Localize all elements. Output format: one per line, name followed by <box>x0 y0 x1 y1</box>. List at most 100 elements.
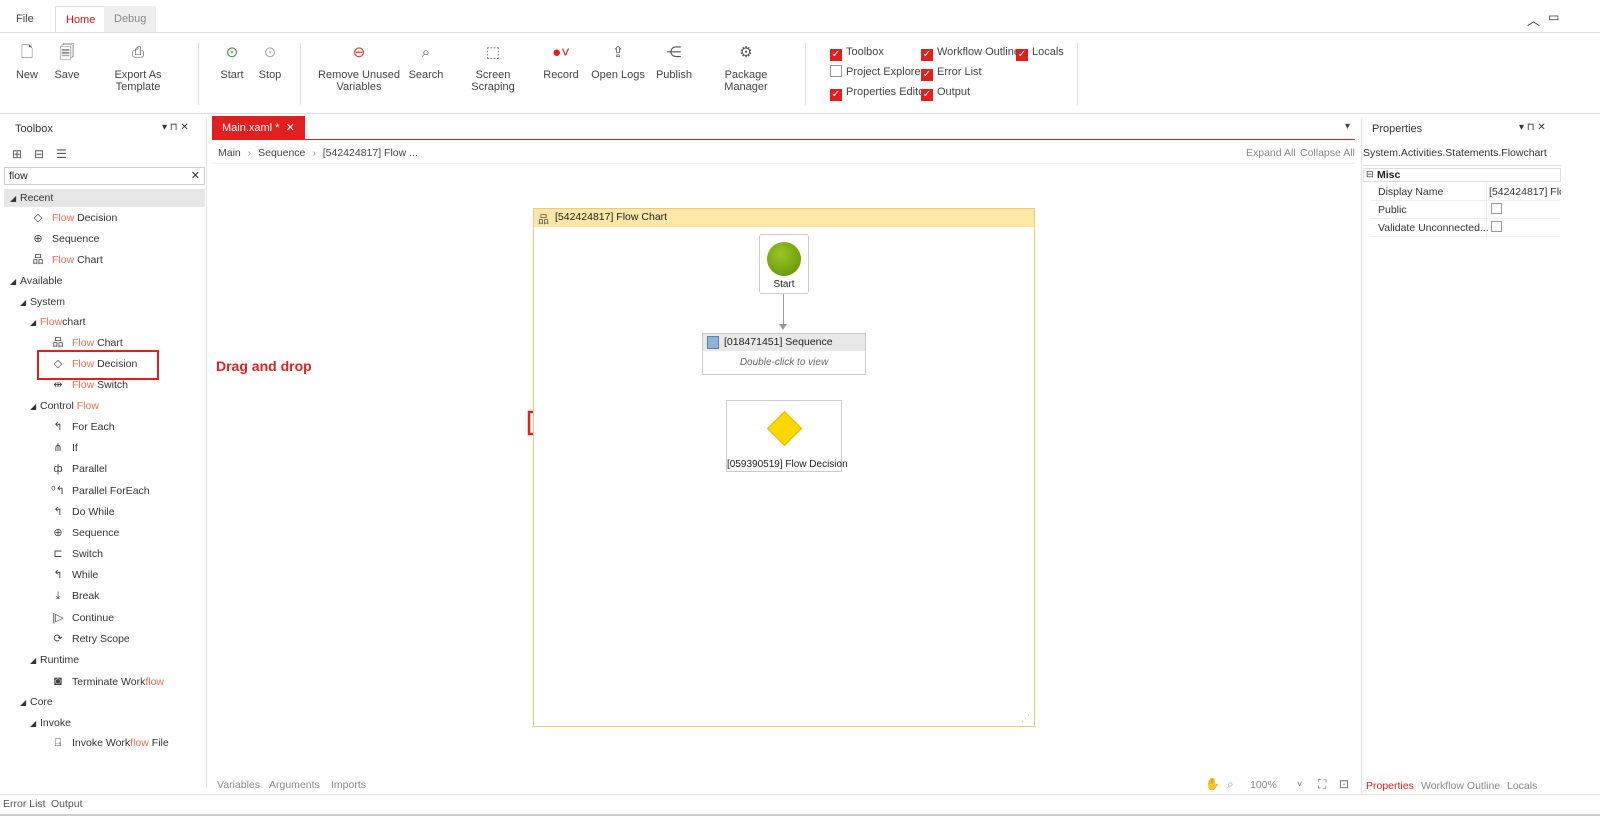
workflow-outline-toggle[interactable]: ✓ Workflow Outline <box>921 44 1020 61</box>
search-button[interactable]: ⌕ Search <box>406 43 446 81</box>
toolbox-toggle[interactable]: ✓ Toolbox <box>830 44 884 61</box>
breadcrumb-sequence[interactable]: Sequence <box>258 147 305 159</box>
open-logs-button[interactable]: ⇪ Open Logs <box>590 43 646 81</box>
activity-flow-decision[interactable]: ◇ Flow Decision <box>50 356 138 372</box>
arguments-tab[interactable]: Arguments <box>269 779 320 791</box>
collapse-all-link[interactable]: Collapse All <box>1300 147 1355 159</box>
activity-parallel[interactable]: ф Parallel <box>50 461 107 477</box>
start-node[interactable]: Start <box>759 234 809 294</box>
feedback-icon[interactable]: ▭ <box>1548 10 1559 24</box>
resize-grip-icon[interactable]: ⋰ <box>1021 713 1030 724</box>
fit-screen-icon[interactable]: ⛶ <box>1318 777 1326 792</box>
tree-available[interactable]: ◢ Available <box>10 273 62 289</box>
locals-tab[interactable]: Locals <box>1507 780 1537 792</box>
activity-if[interactable]: ⋔ If <box>50 440 77 456</box>
tree-runtime[interactable]: ◢ Runtime <box>30 652 79 668</box>
error-list-toggle[interactable]: ✓ Error List <box>921 64 982 81</box>
project-explorer-toggle[interactable]: Project Explorer <box>830 64 924 80</box>
tree-invoke[interactable]: ◢ Invoke <box>30 715 71 731</box>
pan-hand-icon[interactable]: ✋ <box>1205 777 1220 791</box>
output-tab[interactable]: Output <box>51 798 83 810</box>
tree-control-flow[interactable]: ◢ Control Flow <box>30 398 99 414</box>
prop-public-label: Public <box>1378 204 1407 216</box>
recent-item-sequence[interactable]: ⊕ Sequence <box>30 231 99 247</box>
misc-category[interactable]: ⊟ Misc <box>1363 168 1561 182</box>
chevron-right-icon: › <box>247 147 252 159</box>
activity-for-each[interactable]: ↰ For Each <box>50 419 114 435</box>
activity-flow-switch[interactable]: ⇹ Flow Switch <box>50 377 128 393</box>
break-icon: ⤓ <box>55 590 61 602</box>
tree-core[interactable]: ◢ Core <box>20 694 53 710</box>
zoom-icon[interactable]: ⌕ <box>1227 777 1234 792</box>
logs-icon: ⇪ <box>611 44 625 61</box>
screen-scraping-button[interactable]: ⬚ Screen Scraping <box>454 43 532 93</box>
tree-recent[interactable]: ◢ Recent <box>10 190 53 206</box>
prop-validate-checkbox[interactable] <box>1491 221 1502 232</box>
properties-editor-toggle[interactable]: ✓ Properties Editor <box>830 84 928 101</box>
output-toggle[interactable]: ✓ Output <box>921 84 970 101</box>
activity-invoke-workflow-file[interactable]: ⍈ Invoke Workflow File <box>50 735 169 751</box>
error-list-tab[interactable]: Error List <box>3 798 46 810</box>
zoom-dropdown-icon[interactable]: ˅ <box>1297 779 1302 789</box>
imports-tab[interactable]: Imports <box>331 779 366 791</box>
prop-display-name-value[interactable]: [542424817] Flo <box>1489 183 1561 201</box>
activity-do-while[interactable]: ↰ Do While <box>50 504 114 520</box>
document-tab-main[interactable]: Main.xaml * ✕ <box>212 116 305 140</box>
variables-tab[interactable]: Variables <box>217 779 260 791</box>
expand-all-link[interactable]: Expand All <box>1246 147 1296 159</box>
activity-parallel-foreach[interactable]: ⁰↰ Parallel ForEach <box>50 483 149 499</box>
activity-switch[interactable]: ⊏ Switch <box>50 546 103 562</box>
toolbox-expand-collapse-icons[interactable]: ⊞⊟☰ <box>12 147 79 161</box>
save-button[interactable]: 🗐 Save <box>50 43 84 81</box>
breadcrumb-main[interactable]: Main <box>218 147 241 159</box>
collapse-ribbon-icon[interactable]: ︿ <box>1527 10 1540 29</box>
export-template-button[interactable]: ⎙ Export As Template <box>92 43 184 93</box>
toolbox-panel-controls[interactable]: ▾ ⊓ ✕ <box>162 122 189 133</box>
tree-flowchart[interactable]: ◢ Flowchart <box>30 314 86 330</box>
prop-public-checkbox[interactable] <box>1491 203 1502 214</box>
properties-tab[interactable]: Properties <box>1366 780 1414 792</box>
overview-icon[interactable]: ⊡ <box>1339 777 1349 791</box>
stop-icon: ⊙ <box>263 44 277 61</box>
zoom-level[interactable]: 100% <box>1250 779 1277 791</box>
document-menu-icon[interactable]: ▾ <box>1345 121 1350 132</box>
flow-decision-node[interactable]: [059390519] Flow Decision <box>726 400 848 472</box>
close-tab-icon[interactable]: ✕ <box>286 122 295 134</box>
record-button[interactable]: ●˅ Record <box>540 43 582 81</box>
search-icon: ⌕ <box>421 44 431 61</box>
locals-toggle[interactable]: ✓ Locals <box>1016 44 1064 61</box>
activity-continue[interactable]: |▷ Continue <box>50 610 114 626</box>
file-tab[interactable]: File <box>6 6 44 32</box>
remove-unused-variables-button[interactable]: ⊖ Remove Unused Variables <box>318 43 400 93</box>
package-manager-button[interactable]: ⚙ Package Manager <box>704 43 788 93</box>
clear-search-icon[interactable]: ✕ <box>191 169 200 182</box>
new-button[interactable]: 🗋 New <box>10 43 44 81</box>
home-tab[interactable]: Home <box>55 6 107 32</box>
toolbox-search-input[interactable]: flow ✕ <box>4 167 205 185</box>
debug-tab[interactable]: Debug <box>104 6 157 32</box>
toolbox-search-value: flow <box>9 170 28 182</box>
decision-icon: ◇ <box>33 212 43 224</box>
tree-system[interactable]: ◢ System <box>20 294 65 310</box>
decision-icon: ◇ <box>53 358 63 370</box>
expanded-triangle-icon: ◢ <box>30 656 37 665</box>
publish-button[interactable]: ⋲ Publish <box>654 43 694 81</box>
activity-retry-scope[interactable]: ⟳ Retry Scope <box>50 631 129 647</box>
recent-item-flow-chart[interactable]: 品 Flow Chart <box>30 252 103 268</box>
workflow-outline-tab[interactable]: Workflow Outline <box>1421 780 1500 792</box>
recent-item-flow-decision[interactable]: ◇ Flow Decision <box>30 210 118 226</box>
expanded-triangle-icon: ◢ <box>20 298 27 307</box>
checkbox-checked-icon: ✓ <box>830 89 842 101</box>
activity-sequence[interactable]: ⊕ Sequence <box>50 525 119 541</box>
stop-button[interactable]: ⊙ Stop <box>254 43 286 81</box>
sequence-node[interactable]: [018471451] Sequence Double-click to vie… <box>702 333 866 375</box>
activity-terminate-workflow[interactable]: ◙ Terminate Workflow <box>50 673 164 689</box>
breadcrumb-flowchart[interactable]: [542424817] Flow ... <box>323 147 418 159</box>
activity-break[interactable]: ⤓ Break <box>50 588 100 604</box>
start-button[interactable]: ⊙ Start <box>216 43 248 81</box>
drag-drop-annotation: Drag and drop <box>216 358 312 374</box>
properties-panel-controls[interactable]: ▾ ⊓ ✕ <box>1519 122 1546 133</box>
activity-while[interactable]: ↰ While <box>50 567 98 583</box>
activity-flow-chart[interactable]: 品 Flow Chart <box>50 335 123 351</box>
flowchart-header[interactable]: 品 [542424817] Flow Chart <box>534 209 1034 227</box>
